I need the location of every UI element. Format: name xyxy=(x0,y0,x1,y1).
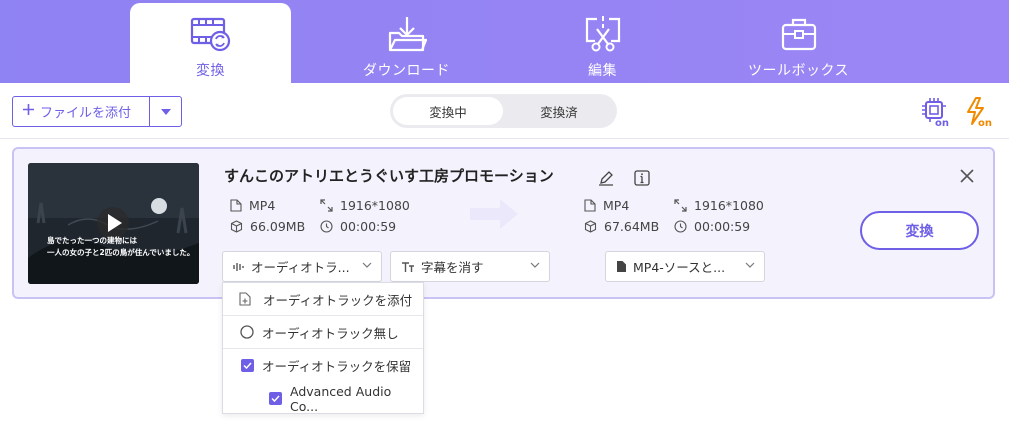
menu-item-keep-track[interactable]: オーディオトラックを保留 xyxy=(223,349,423,382)
output-format-value: MP4-ソースと... xyxy=(633,260,726,275)
source-duration-value: 00:00:59 xyxy=(340,219,397,234)
high-speed-on-icon[interactable]: on xyxy=(964,97,994,129)
tab-label: 変換 xyxy=(196,63,225,79)
source-resolution-value: 1916*1080 xyxy=(340,198,410,213)
radio-icon xyxy=(240,325,254,339)
thumbnail-caption-1: 島でたった一つの建物には xyxy=(47,236,137,245)
video-thumbnail[interactable]: 島でたった一つの建物には 一人の女の子と2匹の鳥が住んでいました。 xyxy=(28,163,199,284)
checkbox-checked-icon xyxy=(241,359,254,372)
tab-download[interactable]: ダウンロード xyxy=(326,3,487,83)
size-box-icon xyxy=(584,220,597,233)
arrow-right-icon xyxy=(468,197,520,235)
tab-label: ダウンロード xyxy=(363,63,450,79)
source-format-value: MP4 xyxy=(249,198,276,213)
checkbox-checked-icon xyxy=(269,392,282,405)
menu-item-audio-track[interactable]: Advanced Audio Co... xyxy=(223,382,423,415)
plus-icon xyxy=(23,104,34,119)
chevron-down-icon xyxy=(745,262,755,268)
chevron-down-icon xyxy=(362,262,372,268)
size-box-icon xyxy=(230,220,243,233)
file-icon xyxy=(617,261,626,272)
gpu-accel-on-icon[interactable]: on xyxy=(921,97,951,129)
source-resolution: 1916*1080 xyxy=(320,198,410,213)
menu-item-label: オーディオトラック無し xyxy=(262,325,399,341)
add-file-main[interactable]: ファイルを添付 xyxy=(13,97,149,126)
audio-track-value: オーディオトラ... xyxy=(251,260,350,275)
segment-converting[interactable]: 変換中 xyxy=(393,97,503,125)
resolution-icon xyxy=(674,199,687,212)
target-size: 67.64MB xyxy=(584,219,659,234)
source-format: MP4 xyxy=(230,198,275,213)
convert-button[interactable]: 変換 xyxy=(860,211,979,250)
resolution-icon xyxy=(320,199,333,212)
source-duration: 00:00:59 xyxy=(320,219,396,234)
close-icon[interactable] xyxy=(960,168,974,187)
file-icon xyxy=(230,199,242,212)
add-file-dropdown[interactable] xyxy=(150,97,181,126)
toolbar: ファイルを添付 変換中 変換済 on on xyxy=(0,83,1009,139)
convert-film-icon xyxy=(190,14,232,54)
top-nav: 変換 ダウンロード 編集 ツールボックス xyxy=(0,0,1009,83)
target-duration-value: 00:00:59 xyxy=(694,219,751,234)
svg-text:on: on xyxy=(978,118,992,127)
file-card: 島でたった一つの建物には 一人の女の子と2匹の鳥が住んでいました。 すんこのアト… xyxy=(12,147,995,299)
info-icon[interactable] xyxy=(634,170,650,190)
file-title: すんこのアトリエとうぐいす工房プロモーション xyxy=(224,167,554,185)
add-file-icon xyxy=(239,292,251,306)
subtitle-dropdown[interactable]: 字幕を消す xyxy=(390,251,550,282)
source-size-value: 66.09MB xyxy=(250,219,306,234)
add-file-label: ファイルを添付 xyxy=(40,106,132,121)
text-size-icon xyxy=(402,261,414,272)
target-format: MP4 xyxy=(584,198,629,213)
target-size-value: 67.64MB xyxy=(604,219,660,234)
clock-icon xyxy=(674,220,687,233)
toolbox-icon xyxy=(779,14,819,54)
menu-item-label: オーディオトラックを添付 xyxy=(263,292,413,308)
edit-scissors-icon xyxy=(583,14,623,54)
tab-edit[interactable]: 編集 xyxy=(522,3,683,83)
tab-convert[interactable]: 変換 xyxy=(130,3,291,83)
target-duration: 00:00:59 xyxy=(674,219,750,234)
segment-converted[interactable]: 変換済 xyxy=(504,97,614,125)
add-file-button[interactable]: ファイルを添付 xyxy=(12,96,182,127)
menu-item-label: オーディオトラックを保留 xyxy=(262,359,412,374)
menu-item-no-track[interactable]: オーディオトラック無し xyxy=(223,316,423,349)
audio-wave-icon xyxy=(233,262,244,271)
download-folder-icon xyxy=(387,14,427,54)
source-size: 66.09MB xyxy=(230,219,305,234)
thumbnail-caption-2: 一人の女の子と2匹の鳥が住んでいました。 xyxy=(47,248,195,257)
audio-track-menu: オーディオトラックを添付 オーディオトラック無し オーディオトラックを保留 Ad… xyxy=(222,282,424,414)
rename-pencil-icon[interactable] xyxy=(598,170,614,190)
clock-icon xyxy=(320,220,333,233)
target-resolution-value: 1916*1080 xyxy=(694,198,764,213)
output-format-dropdown[interactable]: MP4-ソースと... xyxy=(605,251,765,282)
tab-label: 編集 xyxy=(588,63,617,79)
svg-text:on: on xyxy=(935,118,949,127)
chevron-down-icon xyxy=(530,262,540,268)
target-format-value: MP4 xyxy=(603,198,630,213)
menu-item-add-track[interactable]: オーディオトラックを添付 xyxy=(223,283,423,316)
audio-track-dropdown[interactable]: オーディオトラ... xyxy=(222,251,382,282)
caret-down-icon xyxy=(160,108,171,115)
tab-label: ツールボックス xyxy=(747,63,850,79)
tab-toolbox[interactable]: ツールボックス xyxy=(718,3,879,83)
status-segmented-control: 変換中 変換済 xyxy=(390,94,617,128)
target-resolution: 1916*1080 xyxy=(674,198,764,213)
file-icon xyxy=(584,199,596,212)
subtitle-value: 字幕を消す xyxy=(421,260,484,275)
menu-item-label: Advanced Audio Co... xyxy=(290,383,392,414)
